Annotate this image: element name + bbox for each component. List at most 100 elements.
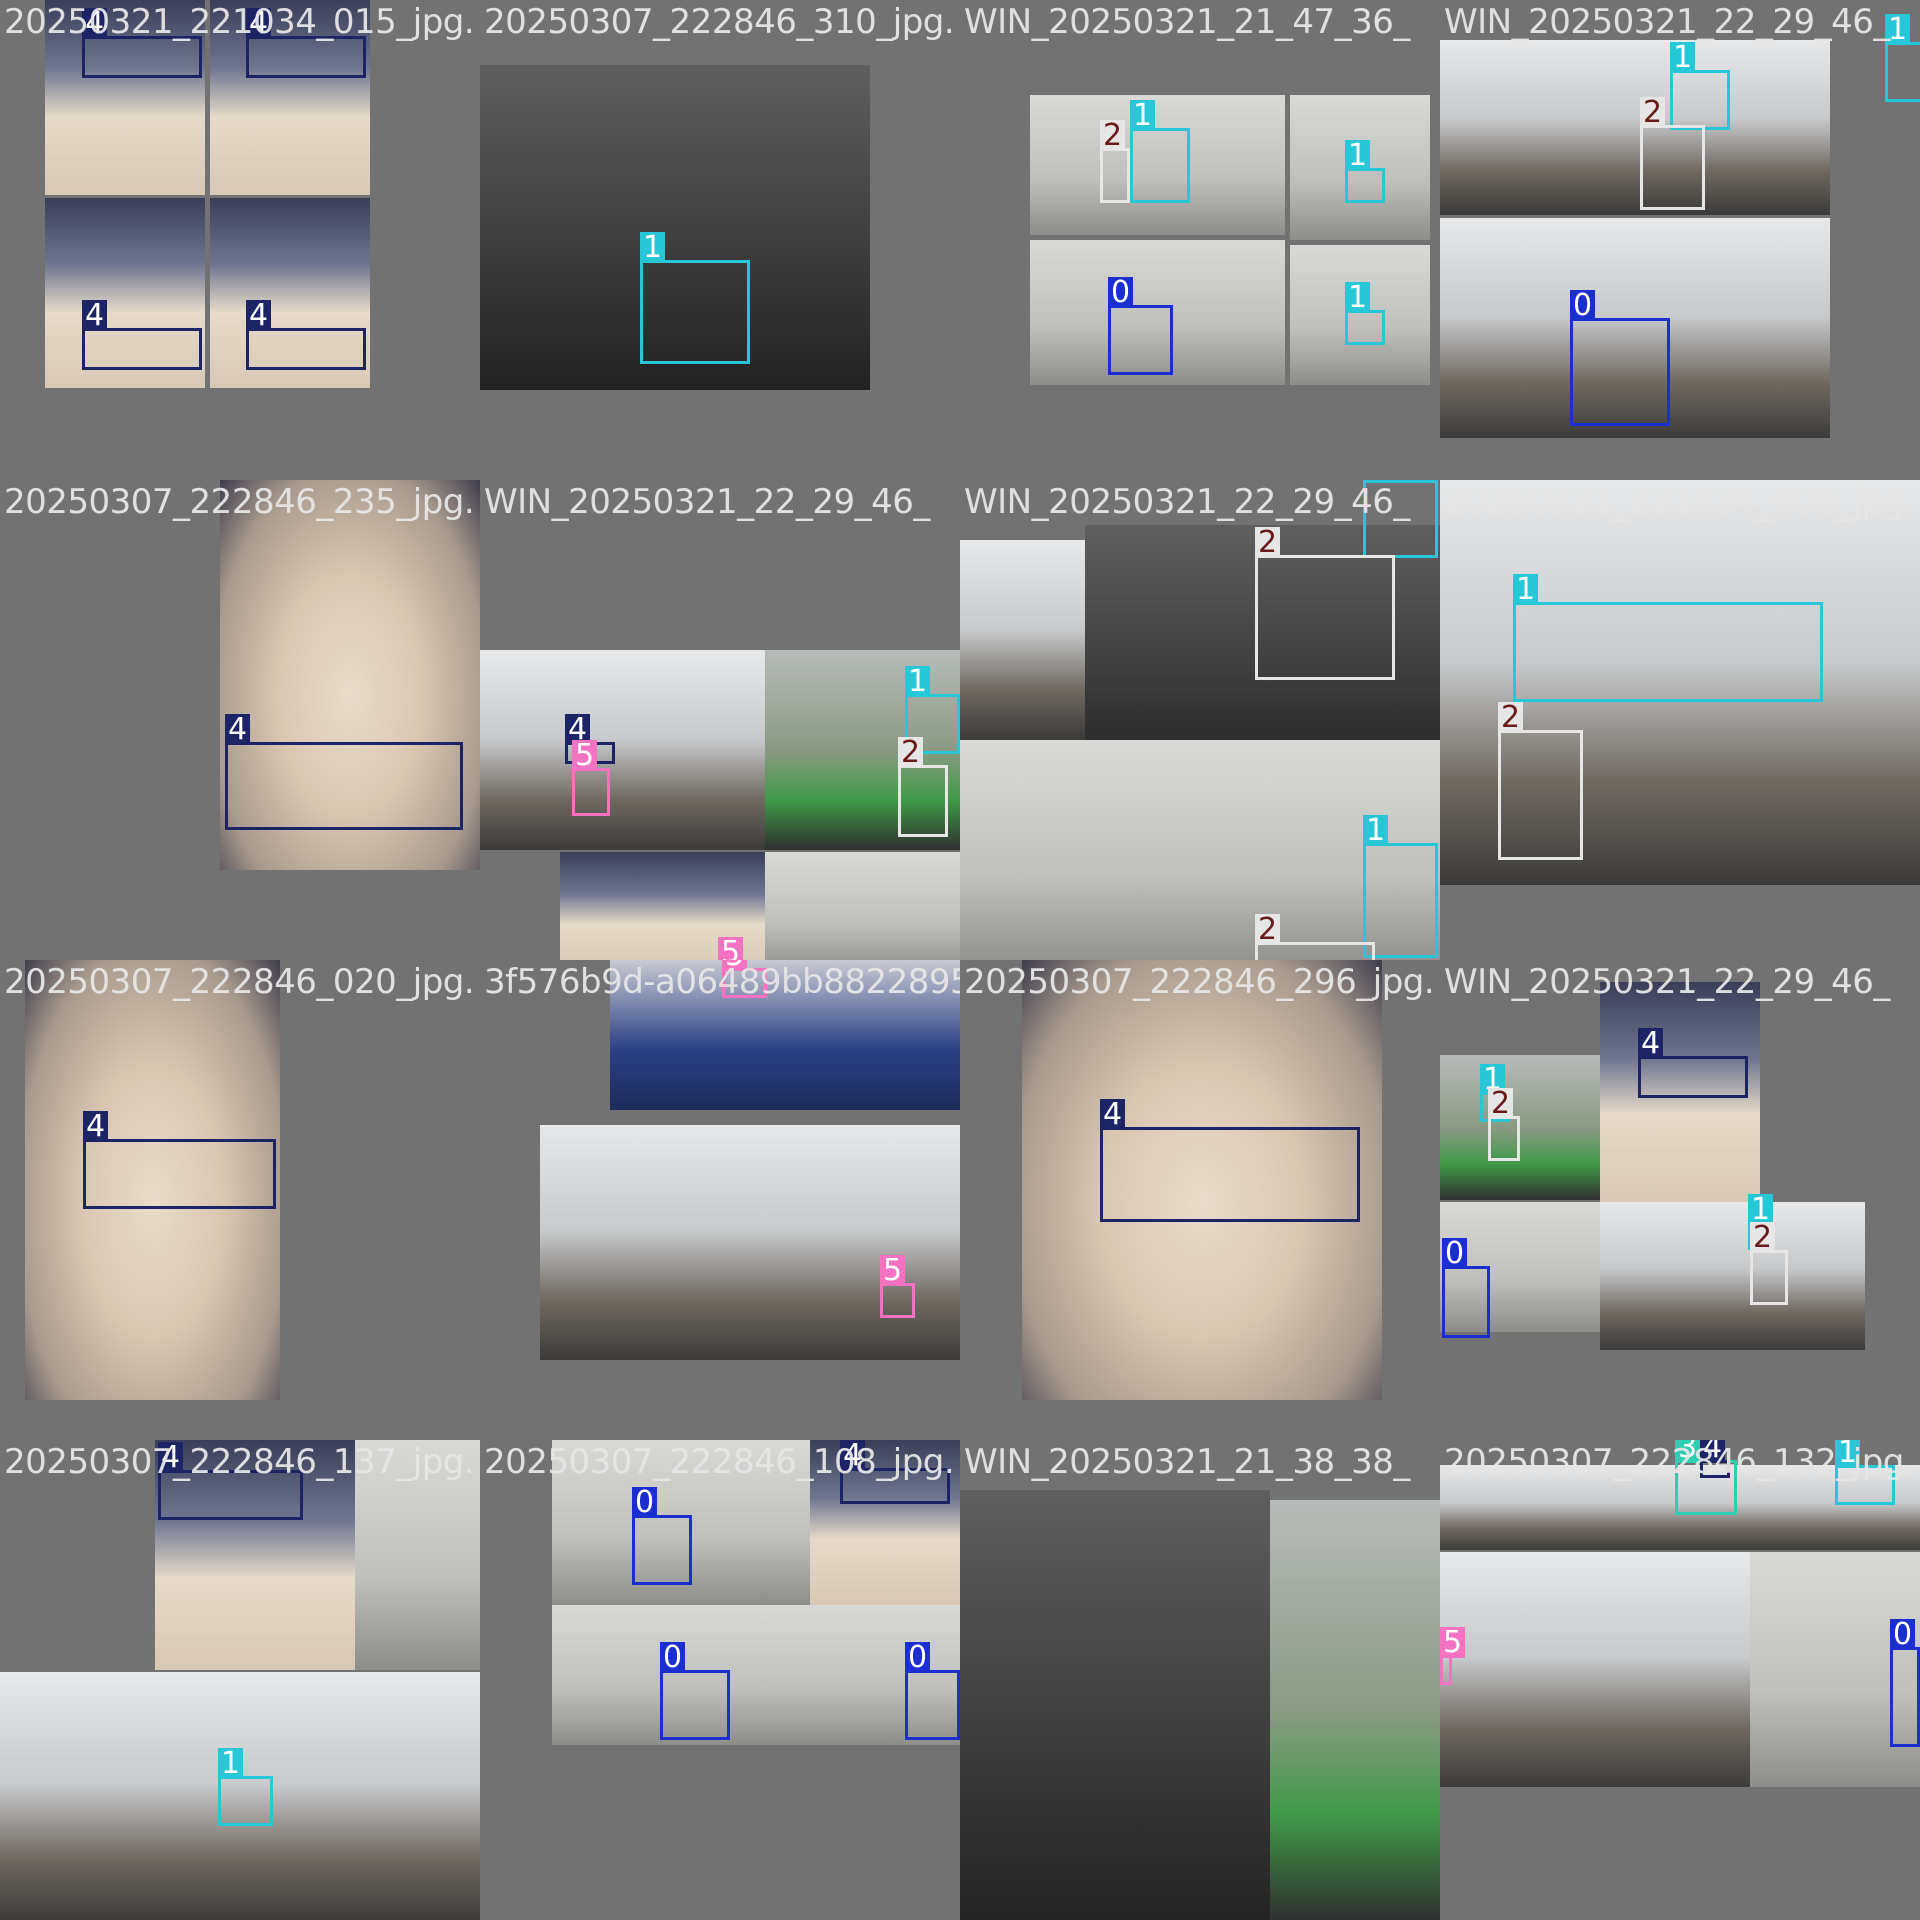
bounding-box-class-1: 1 bbox=[218, 1748, 273, 1826]
bounding-box-label: 0 bbox=[905, 1642, 931, 1673]
bounding-box-class-1: 1 bbox=[1885, 14, 1920, 102]
bounding-box-label: 5 bbox=[880, 1255, 906, 1286]
bounding-box-class-1: 1 bbox=[1670, 42, 1730, 130]
bounding-box-label: 1 bbox=[1345, 282, 1371, 313]
photo-region bbox=[0, 1672, 355, 1920]
bounding-box-class-0: 0 bbox=[1108, 277, 1173, 375]
bounding-box-label: 0 bbox=[1442, 1238, 1468, 1269]
bounding-box-class-1: 1 bbox=[1363, 815, 1438, 958]
tile-filename-caption: 20250307_222846_296_jpg. bbox=[964, 962, 1435, 1002]
bounding-box-label: 5 bbox=[718, 937, 744, 960]
bounding-box-label: 5 bbox=[572, 740, 598, 771]
bounding-box-label: 1 bbox=[905, 666, 931, 697]
bounding-box-label: 2 bbox=[898, 737, 924, 768]
mosaic-tile: 4 1 20250307_222846_137_jpg. bbox=[0, 1440, 480, 1920]
bounding-box-label: 4 bbox=[82, 300, 108, 331]
mosaic-tile: 4 4 4 4 20250321_221034_015_jpg. bbox=[0, 0, 480, 480]
mosaic-tile: 1212WIN_20250321_22_29_46_ bbox=[960, 480, 1440, 960]
tile-filename-caption: WIN_20250321_22_29_46_ bbox=[484, 482, 930, 522]
bounding-box-label: 4 bbox=[225, 714, 251, 745]
bounding-box-class-0: 0 bbox=[1442, 1238, 1490, 1338]
bounding-box-class-1: 1 bbox=[1130, 100, 1190, 203]
photo-region bbox=[765, 852, 960, 960]
mosaic-tile: 4 1 2 0 1 2 WIN_20250321_22_29_46_ bbox=[1440, 960, 1920, 1440]
bounding-box-class-0: 0 bbox=[660, 1642, 730, 1740]
bounding-box-label: 1 bbox=[218, 1748, 244, 1779]
bounding-box-class-1: 1 bbox=[1345, 140, 1385, 203]
bounding-box-label: 2 bbox=[1640, 97, 1666, 128]
bounding-box-label: 0 bbox=[632, 1487, 658, 1518]
bounding-box-class-0: 0 bbox=[1890, 1619, 1920, 1747]
mosaic-tile: 4 5 1 2 5 WIN_20250321_22_29_46_ bbox=[480, 480, 960, 960]
mosaic-tile: 4 20250307_222846_020_jpg. bbox=[0, 960, 480, 1440]
bounding-box-class-2: 2 bbox=[1498, 702, 1583, 860]
bounding-box-class-4: 4 bbox=[225, 714, 463, 830]
bounding-box-label: 4 bbox=[83, 1111, 109, 1142]
bounding-box-class-4: 4 bbox=[82, 8, 202, 78]
photo-region bbox=[1440, 1552, 1750, 1787]
bounding-box-class-1: 1 bbox=[1345, 282, 1385, 345]
bounding-box-class-2: 2 bbox=[898, 737, 948, 837]
bounding-box-label: 0 bbox=[1108, 277, 1134, 308]
tile-filename-caption: 20250321_221034_015_jpg. bbox=[4, 2, 475, 42]
photo-region bbox=[960, 1490, 1270, 1920]
bounding-box-label: 1 bbox=[640, 232, 666, 263]
bounding-box-class-2: 2 bbox=[1100, 120, 1130, 203]
bounding-box-class-4: 4 bbox=[246, 300, 366, 370]
tile-filename-caption: WIN_20250321_22_29_46_ bbox=[1444, 962, 1890, 1002]
tile-filename-caption: 20250307_222846_137_jpg. bbox=[4, 1442, 475, 1482]
mosaic-tile: 1 2 1 0 WIN_20250321_22_29_46_ bbox=[1440, 0, 1920, 480]
photo-region bbox=[1440, 40, 1830, 215]
tile-filename-caption: 20250307_222846_310_jpg. bbox=[484, 2, 955, 42]
bounding-box-class-5: 5 bbox=[1440, 1627, 1466, 1685]
bounding-box-label: 1 bbox=[1670, 42, 1696, 73]
bounding-box-class-0: 0 bbox=[632, 1487, 692, 1585]
bounding-box-label: 2 bbox=[1100, 120, 1126, 151]
bounding-box-class-5: 5 bbox=[572, 740, 610, 816]
bounding-box-class-2: 2 bbox=[1640, 97, 1705, 210]
photo-region bbox=[540, 1125, 960, 1360]
bounding-box-class-0: 0 bbox=[1570, 290, 1670, 426]
mosaic-tile: 4 20250307_222846_296_jpg. bbox=[960, 960, 1440, 1440]
mosaic-tile: 4 0 0 0 20250307_222846_108_jpg. bbox=[480, 1440, 960, 1920]
photo-region bbox=[1270, 1500, 1440, 1920]
bounding-box-label: 4 bbox=[1638, 1028, 1664, 1059]
tile-filename-caption: 20250307_222846_020_jpg. bbox=[4, 962, 475, 1002]
bounding-box-label: 1 bbox=[1363, 815, 1389, 846]
bounding-box-label: 1 bbox=[1513, 574, 1539, 605]
tile-filename-caption: WIN_20250321_22_29_46_ bbox=[1444, 2, 1890, 42]
bounding-box-class-4: 4 bbox=[83, 1111, 276, 1209]
tile-filename-caption: 3f576b9d-a06489bb88228958 bbox=[484, 962, 960, 1002]
bounding-box-class-2: 2 bbox=[1750, 1222, 1788, 1305]
mosaic-tile: 1 2 20250321_221034_006_jpg. bbox=[1440, 480, 1920, 960]
mosaic-tile: WIN_20250321_21_38_38_ bbox=[960, 1440, 1440, 1920]
bounding-box-class-2: 2 bbox=[1255, 914, 1375, 960]
photo-region bbox=[480, 650, 765, 850]
bounding-box-label: 2 bbox=[1498, 702, 1524, 733]
bounding-box-class-1: 1 bbox=[1513, 574, 1823, 702]
bounding-box-class-0: 0 bbox=[905, 1642, 960, 1740]
tile-filename-caption: 20250307_222846_235_jpg. bbox=[4, 482, 475, 522]
photo-region bbox=[355, 1672, 480, 1920]
bounding-box-label: 4 bbox=[246, 300, 272, 331]
mosaic-tile: 1 20250307_222846_310_jpg. bbox=[480, 0, 960, 480]
bounding-box-class-4: 4 bbox=[1100, 1099, 1360, 1222]
photo-region bbox=[1600, 1202, 1865, 1350]
bounding-box-label: 4 bbox=[1100, 1099, 1126, 1130]
bounding-box-class-1: 1 bbox=[640, 232, 750, 364]
mosaic-tile: 2 1 1 0 1 WIN_20250321_21_47_36_ bbox=[960, 0, 1440, 480]
mosaic-tile: 3 4 1 5 0 20250307_222846_132_jpg. bbox=[1440, 1440, 1920, 1920]
mosaic-tile: 553f576b9d-a06489bb88228958 bbox=[480, 960, 960, 1440]
bounding-box-class-4: 4 bbox=[246, 8, 366, 78]
bounding-box-label: 2 bbox=[1255, 914, 1281, 945]
mosaic-tile: 4 20250307_222846_235_jpg. bbox=[0, 480, 480, 960]
bounding-box-class-2: 2 bbox=[1255, 527, 1395, 680]
bounding-box-label: 1 bbox=[1130, 100, 1156, 131]
batch-mosaic-grid: 4 4 4 4 20250321_221034_015_jpg. 1 20250307_22… bbox=[0, 0, 1920, 1920]
bounding-box-label: 5 bbox=[1440, 1627, 1466, 1658]
photo-region bbox=[960, 540, 1085, 740]
bounding-box-label: 0 bbox=[1890, 1619, 1916, 1650]
tile-filename-caption: 20250321_221034_006_jpg. bbox=[1444, 482, 1915, 522]
bounding-box-label: 2 bbox=[1750, 1222, 1776, 1253]
tile-filename-caption: WIN_20250321_21_38_38_ bbox=[964, 1442, 1410, 1482]
